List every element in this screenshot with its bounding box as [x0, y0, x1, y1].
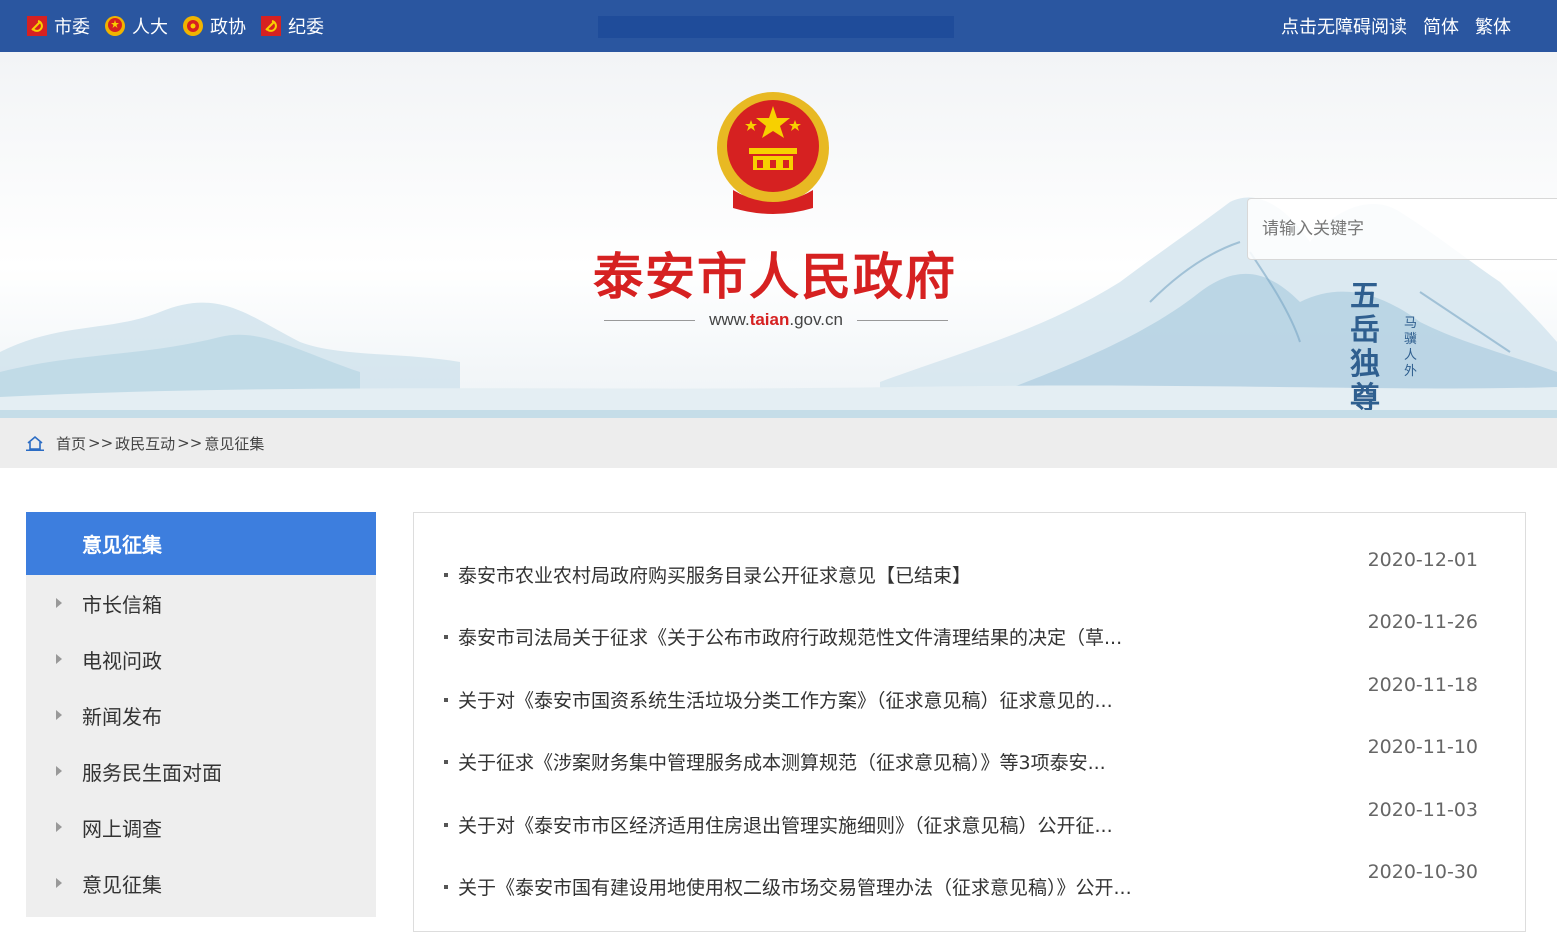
bullet-icon: [444, 635, 448, 639]
bullet-icon: [444, 823, 448, 827]
list-item-title[interactable]: 泰安市司法局关于征求《关于公布市政府行政规范性文件清理结果的决定（草...: [458, 623, 1122, 650]
url-domain: taian: [749, 310, 790, 329]
home-icon: [26, 435, 44, 451]
top-link-npc[interactable]: 人大: [104, 13, 168, 39]
list-item-date: 2020-11-26: [1367, 611, 1478, 633]
top-link-label: 市委: [54, 17, 90, 38]
sidebar-item-livelihood[interactable]: 服务民生面对面: [26, 743, 376, 799]
url-suffix: .gov.cn: [789, 310, 843, 329]
url-prefix: www.: [709, 310, 750, 329]
site-title: 泰安市人民政府: [593, 247, 957, 306]
header-banner: 泰安市人民政府 www.taian.gov.cn 五岳独尊 马骥人外 首页 公开…: [0, 52, 1557, 410]
breadcrumb-interaction[interactable]: 政民互动: [115, 433, 175, 454]
list-item-title[interactable]: 关于对《泰安市市区经济适用住房退出管理实施细则》（征求意见稿）公开征...: [458, 811, 1113, 838]
bullet-icon: [444, 698, 448, 702]
list-item: 关于征求《涉案财务集中管理服务成本测算规范（征求意见稿）》等3项泰安... 20…: [444, 734, 1504, 774]
top-link-party-committee[interactable]: 市委: [26, 13, 90, 39]
breadcrumb-separator: >>: [88, 434, 114, 452]
list-item-date: 2020-11-18: [1367, 674, 1478, 696]
site-url-text: www.taian.gov.cn: [709, 310, 843, 330]
accessibility-link[interactable]: 点击无障碍阅读: [1281, 13, 1407, 39]
breadcrumb-bar: 首页 >> 政民互动 >> 意见征集: [0, 418, 1557, 468]
sidebar-item-label: 市长信箱: [82, 592, 162, 617]
sidebar-item-tv-inquiry[interactable]: 电视问政: [26, 631, 376, 687]
list-item-title[interactable]: 关于对《泰安市国资系统生活垃圾分类工作方案》（征求意见稿）征求意见的...: [458, 686, 1113, 713]
breadcrumb-current[interactable]: 意见征集: [204, 433, 264, 454]
list-item-title[interactable]: 关于征求《涉案财务集中管理服务成本测算规范（征求意见稿）》等3项泰安...: [458, 748, 1106, 775]
sidebar-item-label: 服务民生面对面: [82, 760, 222, 785]
cppcc-emblem-icon: [183, 16, 203, 36]
top-link-discipline[interactable]: 纪委: [260, 13, 324, 39]
sidebar-item-online-survey[interactable]: 网上调查: [26, 799, 376, 855]
sidebar-item-opinion-collection[interactable]: 意见征集: [26, 855, 376, 911]
site-url: www.taian.gov.cn: [604, 308, 948, 332]
national-emblem-icon: [105, 16, 125, 36]
calligraphy-inscription: 五岳独尊: [1350, 279, 1380, 411]
top-bar: 市委 人大 政协 纪委 点击无障碍阅读 简体 繁体: [0, 0, 1557, 52]
search-input[interactable]: [1248, 199, 1557, 259]
list-item-title[interactable]: 关于《泰安市国有建设用地使用权二级市场交易管理办法（征求意见稿）》公开...: [458, 873, 1132, 900]
calligraphy-signature: 马骥人外: [1404, 316, 1418, 379]
list-item-title[interactable]: 泰安市农业农村局政府购买服务目录公开征求意见【已结束】: [458, 561, 971, 588]
party-emblem-icon: [27, 16, 47, 36]
search-box: [1247, 198, 1557, 260]
sidebar-item-label: 新闻发布: [82, 704, 162, 729]
list-item: 关于对《泰安市市区经济适用住房退出管理实施细则》（征求意见稿）公开征... 20…: [444, 797, 1504, 837]
top-decoration-strip: [598, 16, 954, 38]
triangle-right-icon: [56, 822, 62, 832]
sidebar-heading: 意见征集: [26, 512, 376, 575]
sidebar-item-label: 意见征集: [82, 872, 162, 897]
top-link-label: 政协: [210, 17, 246, 38]
list-item-date: 2020-12-01: [1367, 549, 1478, 571]
sidebar-item-label: 网上调查: [82, 816, 162, 841]
national-emblem-logo: [717, 92, 829, 214]
traditional-chinese-link[interactable]: 繁体: [1475, 13, 1511, 39]
nav-underline: [0, 410, 1557, 418]
list-item: 关于对《泰安市国资系统生活垃圾分类工作方案》（征求意见稿）征求意见的... 20…: [444, 672, 1504, 712]
top-link-label: 人大: [132, 17, 168, 38]
sidebar-item-mayor-mailbox[interactable]: 市长信箱: [26, 575, 376, 631]
party-links: 市委 人大 政协 纪委: [26, 0, 338, 52]
sidebar-item-press-release[interactable]: 新闻发布: [26, 687, 376, 743]
list-item-date: 2020-11-10: [1367, 736, 1478, 758]
triangle-right-icon: [56, 710, 62, 720]
opinion-list: 泰安市农业农村局政府购买服务目录公开征求意见【已结束】 2020-12-01 泰…: [413, 512, 1526, 932]
simplified-chinese-link[interactable]: 简体: [1423, 13, 1459, 39]
party-emblem-icon: [261, 16, 281, 36]
sidebar: 意见征集 市长信箱 电视问政 新闻发布 服务民生面对面 网上调查 意见征集: [26, 512, 376, 917]
list-item: 关于《泰安市国有建设用地使用权二级市场交易管理办法（征求意见稿）》公开... 2…: [444, 859, 1504, 899]
url-divider-left: [604, 319, 696, 321]
triangle-right-icon: [56, 878, 62, 888]
breadcrumb-home[interactable]: 首页: [56, 433, 86, 454]
breadcrumb: 首页 >> 政民互动 >> 意见征集: [26, 418, 264, 468]
breadcrumb-separator: >>: [177, 434, 203, 452]
bullet-icon: [444, 760, 448, 764]
top-link-label: 纪委: [288, 17, 324, 38]
list-item-date: 2020-11-03: [1367, 799, 1478, 821]
list-item: 泰安市农业农村局政府购买服务目录公开征求意见【已结束】 2020-12-01: [444, 547, 1504, 587]
sidebar-item-label: 电视问政: [82, 648, 162, 673]
bullet-icon: [444, 885, 448, 889]
triangle-right-icon: [56, 598, 62, 608]
top-right-tools: 点击无障碍阅读 简体 繁体: [1265, 0, 1511, 52]
triangle-right-icon: [56, 766, 62, 776]
url-divider-right: [856, 319, 948, 321]
triangle-right-icon: [56, 654, 62, 664]
top-link-cppcc[interactable]: 政协: [182, 13, 246, 39]
list-item: 泰安市司法局关于征求《关于公布市政府行政规范性文件清理结果的决定（草... 20…: [444, 609, 1504, 649]
bullet-icon: [444, 573, 448, 577]
list-item-date: 2020-10-30: [1367, 861, 1478, 883]
